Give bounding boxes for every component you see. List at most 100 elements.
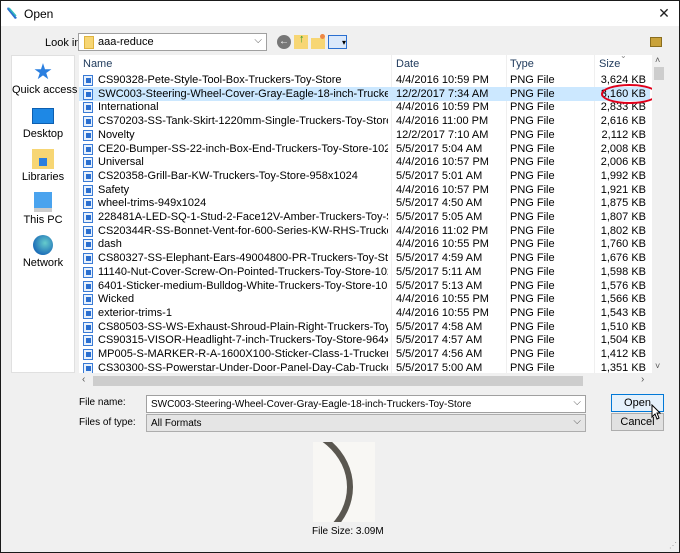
image-file-icon	[83, 212, 93, 223]
file-size: 2,006 KB	[600, 156, 646, 169]
file-row[interactable]: 228481A-LED-SQ-1-Stud-2-Face12V-Amber-Tr…	[79, 210, 650, 224]
window-title: Open	[24, 7, 54, 21]
image-file-icon	[83, 102, 93, 114]
preview-file-size: File Size: 3.09M	[312, 526, 384, 537]
file-name: 11140-Nut-Cover-Screw-On-Pointed-Trucker…	[98, 265, 388, 278]
file-date: 12/2/2017 7:10 AM	[396, 128, 489, 141]
file-row[interactable]: Safety 4/4/2016 10:57 PM PNG File 1,921 …	[79, 183, 650, 197]
look-in-value: aaa-reduce	[98, 36, 154, 48]
file-row[interactable]: CS30300-SS-Powerstar-Under-Door-Panel-Da…	[79, 361, 650, 373]
file-size: 2,008 KB	[600, 142, 646, 155]
scroll-thumb[interactable]	[654, 67, 664, 80]
open-dialog: Open ✕ Look in: aaa-reduce ⌵ ← ↑ ▾ ★ Qui…	[0, 0, 680, 553]
file-type: PNG File	[510, 74, 555, 86]
file-row[interactable]: CS80503-SS-WS-Exhaust-Shroud-Plain-Right…	[79, 320, 650, 334]
file-type: PNG File	[510, 252, 555, 265]
file-size: 1,807 KB	[600, 211, 646, 223]
chevron-down-icon[interactable]: ⌵	[573, 397, 581, 408]
file-size: 2,112 KB	[601, 128, 646, 141]
file-row[interactable]: Wicked 4/4/2016 10:55 PM PNG File 1,566 …	[79, 292, 650, 306]
horizontal-scrollbar[interactable]: ‹ ›	[79, 374, 652, 387]
file-size: 1,543 KB	[600, 306, 646, 319]
file-size: 1,992 KB	[600, 169, 646, 182]
camera-folder-icon[interactable]	[650, 37, 662, 47]
file-date: 5/5/2017 4:59 AM	[396, 252, 483, 265]
file-type: PNG File	[510, 265, 555, 278]
file-date: 4/4/2016 10:57 PM	[396, 183, 489, 196]
scroll-down-icon[interactable]: ˅	[655, 361, 660, 371]
sidebar-item-desktop[interactable]: Desktop	[12, 106, 74, 140]
column-header-name[interactable]: Name	[83, 58, 112, 70]
file-row[interactable]: CE20-Bumper-SS-22-inch-Box-End-Truckers-…	[79, 142, 650, 156]
file-row[interactable]: International 4/4/2016 10:59 PM PNG File…	[79, 100, 650, 114]
new-folder-icon[interactable]	[311, 34, 325, 49]
view-menu-icon[interactable]: ▾	[328, 35, 347, 49]
file-type: PNG File	[510, 334, 555, 347]
vertical-scrollbar[interactable]: ˄ ˅	[652, 55, 666, 373]
file-type: PNG File	[510, 306, 555, 319]
image-file-icon	[83, 239, 93, 251]
file-row[interactable]: Novelty 12/2/2017 7:10 AM PNG File 2,112…	[79, 128, 650, 142]
file-type: PNG File	[510, 279, 555, 292]
sidebar-item-network[interactable]: Network	[12, 235, 74, 269]
file-row[interactable]: MP005-S-MARKER-R-A-1600X100-Sticker-Clas…	[79, 347, 650, 361]
image-file-icon	[83, 129, 93, 141]
file-size: 1,576 KB	[600, 279, 646, 292]
title-bar: Open ✕	[1, 1, 679, 26]
close-icon[interactable]: ✕	[655, 4, 673, 22]
file-row[interactable]: 11140-Nut-Cover-Screw-On-Pointed-Trucker…	[79, 265, 650, 279]
sidebar-item-this-pc[interactable]: This PC	[12, 192, 74, 226]
sidebar-item-quick-access[interactable]: ★ Quick access	[12, 61, 77, 97]
file-name: CS20358-Grill-Bar-KW-Truckers-Toy-Store-…	[98, 169, 358, 182]
file-row[interactable]: CS90328-Pete-Style-Tool-Box-Truckers-Toy…	[79, 73, 650, 87]
file-row[interactable]: SWC003-Steering-Wheel-Cover-Gray-Eagle-1…	[79, 86, 650, 101]
image-file-icon	[83, 184, 93, 196]
file-row[interactable]: CS20358-Grill-Bar-KW-Truckers-Toy-Store-…	[79, 169, 650, 183]
image-file-icon	[83, 321, 93, 333]
image-file-icon	[83, 170, 93, 182]
file-row[interactable]: exterior-trims-1 4/4/2016 10:55 PM PNG F…	[79, 306, 650, 320]
file-size: 1,760 KB	[600, 238, 646, 251]
image-file-icon	[83, 294, 93, 306]
file-size: 1,921 KB	[600, 183, 646, 196]
file-date: 5/5/2017 5:05 AM	[396, 211, 483, 223]
image-file-icon	[83, 198, 93, 210]
app-icon	[7, 7, 17, 19]
places-sidebar: ★ Quick access Desktop Libraries This PC…	[11, 55, 77, 373]
file-list: Name Date Type Size ⌄ CS90328-Pete-Style…	[79, 55, 652, 373]
image-file-icon	[83, 362, 93, 373]
sidebar-item-libraries[interactable]: Libraries	[12, 149, 74, 183]
file-type-dropdown[interactable]: All Formats ⌵	[146, 414, 586, 432]
file-type: PNG File	[510, 238, 555, 251]
column-headers: Name Date Type Size ⌄	[79, 55, 652, 72]
image-file-icon	[83, 75, 93, 86]
back-icon[interactable]: ←	[277, 35, 291, 49]
file-row[interactable]: CS80327-SS-Elephant-Ears-49004800-PR-Tru…	[79, 251, 650, 265]
column-header-type[interactable]: Type	[510, 58, 534, 70]
file-date: 4/4/2016 11:00 PM	[396, 115, 489, 128]
file-type: PNG File	[510, 183, 555, 196]
file-size: 1,412 KB	[600, 348, 646, 360]
scroll-up-icon[interactable]: ˄	[655, 55, 660, 65]
look-in-dropdown[interactable]: aaa-reduce ⌵	[78, 33, 267, 51]
file-name: wheel-trims-949x1024	[98, 197, 207, 210]
file-name-input[interactable]: SWC003-Steering-Wheel-Cover-Gray-Eagle-1…	[146, 395, 586, 413]
file-type: PNG File	[510, 293, 555, 306]
file-row[interactable]: wheel-trims-949x1024 5/5/2017 4:50 AM PN…	[79, 196, 650, 210]
file-name: CS90315-VISOR-Headlight-7-inch-Truckers-…	[98, 334, 388, 347]
file-row[interactable]: Universal 4/4/2016 10:57 PM PNG File 2,0…	[79, 155, 650, 169]
scroll-right-icon[interactable]: ›	[641, 374, 644, 385]
up-folder-icon[interactable]: ↑	[294, 33, 308, 49]
file-row[interactable]: CS90315-VISOR-Headlight-7-inch-Truckers-…	[79, 333, 650, 347]
column-header-size[interactable]: Size	[599, 58, 620, 70]
file-name: Novelty	[98, 128, 135, 141]
scroll-thumb[interactable]	[93, 376, 583, 386]
file-row[interactable]: 6401-Sticker-medium-Bulldog-White-Trucke…	[79, 279, 650, 293]
file-row[interactable]: CS20344R-SS-Bonnet-Vent-for-600-Series-K…	[79, 224, 650, 238]
file-row[interactable]: CS70203-SS-Tank-Skirt-1220mm-Single-Truc…	[79, 114, 650, 128]
column-header-date[interactable]: Date	[396, 58, 419, 70]
file-type: PNG File	[510, 169, 555, 182]
file-row[interactable]: dash 4/4/2016 10:55 PM PNG File 1,760 KB	[79, 237, 650, 251]
resize-grip-icon[interactable]: ⋰	[669, 541, 677, 550]
scroll-left-icon[interactable]: ‹	[82, 374, 85, 385]
